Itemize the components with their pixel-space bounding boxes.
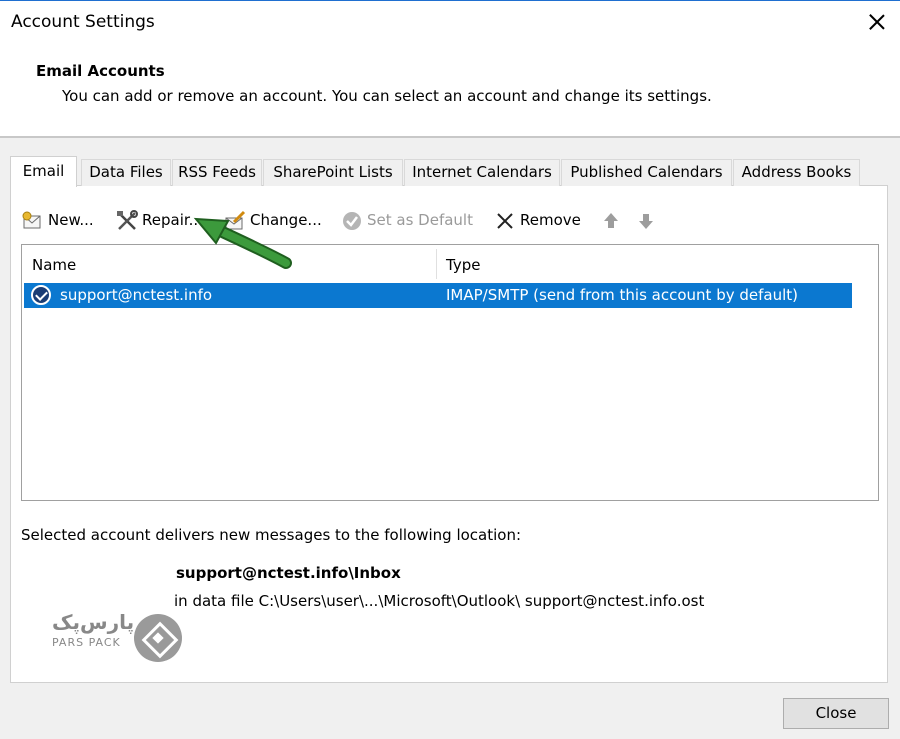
logo-text-fa: پارس‌پک xyxy=(52,610,135,634)
close-icon[interactable] xyxy=(862,7,892,37)
annotation-arrow-icon xyxy=(193,217,292,269)
tab-address-books[interactable]: Address Books xyxy=(733,159,860,186)
default-account-icon xyxy=(31,285,51,305)
header-title: Email Accounts xyxy=(36,62,165,80)
account-list[interactable]: Name Type support@nctest.info IMAP/SMTP … xyxy=(21,244,879,501)
account-name: support@nctest.info xyxy=(60,286,213,304)
account-settings-window: Account Settings Email Accounts You can … xyxy=(0,0,900,739)
tab-rss-feeds[interactable]: RSS Feeds xyxy=(172,159,262,186)
delivery-location-label: Selected account delivers new messages t… xyxy=(21,526,522,544)
parspack-watermark-logo: پارس‌پک PARS PACK xyxy=(48,610,188,662)
delivery-inbox: support@nctest.info\Inbox xyxy=(176,564,401,582)
remove-button[interactable]: Remove xyxy=(494,206,581,234)
arrow-up-icon xyxy=(600,210,622,232)
header-subtitle: You can add or remove an account. You ca… xyxy=(62,87,712,105)
new-button[interactable]: New... xyxy=(22,206,94,234)
move-down-button[interactable] xyxy=(635,206,661,234)
new-mail-icon xyxy=(22,210,44,232)
account-type: IMAP/SMTP (send from this account by def… xyxy=(446,286,798,304)
account-row[interactable]: support@nctest.info IMAP/SMTP (send from… xyxy=(24,283,852,308)
window-title: Account Settings xyxy=(11,12,155,32)
tools-icon xyxy=(116,209,138,232)
set-default-label: Set as Default xyxy=(367,211,473,229)
tab-data-files[interactable]: Data Files xyxy=(81,159,171,186)
remove-label: Remove xyxy=(520,211,581,229)
default-check-icon xyxy=(341,210,363,232)
arrow-down-icon xyxy=(635,210,657,232)
column-header-type[interactable]: Type xyxy=(436,245,850,281)
new-label: New... xyxy=(48,211,94,229)
logo-diamond-icon xyxy=(134,614,182,662)
remove-x-icon xyxy=(494,210,516,232)
logo-text-en: PARS PACK xyxy=(52,636,121,649)
set-default-button[interactable]: Set as Default xyxy=(341,206,473,234)
tab-published-calendars[interactable]: Published Calendars xyxy=(561,159,732,186)
tab-internet-calendars[interactable]: Internet Calendars xyxy=(404,159,560,186)
tab-sharepoint-lists[interactable]: SharePoint Lists xyxy=(263,159,403,186)
tab-email[interactable]: Email xyxy=(10,156,77,187)
delivery-data-file: in data file C:\Users\user\...\Microsoft… xyxy=(174,592,705,610)
close-button[interactable]: Close xyxy=(783,698,889,729)
move-up-button[interactable] xyxy=(600,206,626,234)
